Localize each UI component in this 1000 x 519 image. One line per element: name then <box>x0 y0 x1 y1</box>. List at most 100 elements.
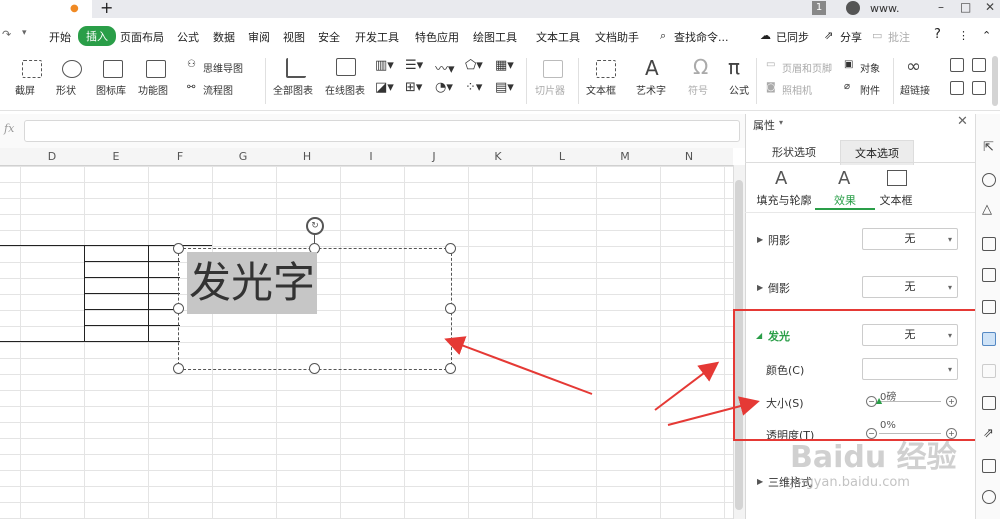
shadow-expand-icon[interactable]: ▶ <box>757 235 763 244</box>
picture-icon[interactable] <box>982 459 996 473</box>
camera-button[interactable]: 照相机 <box>782 82 812 97</box>
screenshot-icon[interactable] <box>22 60 42 78</box>
resize-handle[interactable] <box>173 303 184 314</box>
menu-insert[interactable]: 插入 <box>78 26 116 46</box>
table-style-icon[interactable] <box>982 237 996 251</box>
art-text-button[interactable]: 艺术字 <box>636 82 666 97</box>
comment-button[interactable]: 批注 <box>888 29 910 45</box>
column-header[interactable]: H <box>277 150 337 163</box>
column-header[interactable]: K <box>468 150 528 163</box>
hyperlink-icon[interactable]: ∞ <box>906 56 921 77</box>
menu-features[interactable]: 特色应用 <box>415 29 459 45</box>
more-icon[interactable]: ⋮ <box>958 29 969 42</box>
table-icon[interactable] <box>972 81 986 95</box>
fx-icon[interactable]: fx <box>4 122 14 135</box>
formula-button[interactable]: 公式 <box>729 82 749 97</box>
icon-library-button[interactable]: 图标库 <box>96 82 126 97</box>
column-header[interactable]: J <box>404 150 464 163</box>
search-command[interactable]: 查找命令... <box>674 29 729 45</box>
textbox-small-icon[interactable] <box>950 58 964 72</box>
mind-map-button[interactable]: 思维导图 <box>203 60 243 75</box>
menu-security[interactable]: 安全 <box>318 29 340 45</box>
column-header[interactable]: E <box>86 150 146 163</box>
component-icon[interactable] <box>982 268 996 282</box>
column-header[interactable]: D <box>22 150 82 163</box>
download-icon[interactable] <box>982 490 996 504</box>
formula-input[interactable] <box>24 120 740 142</box>
menu-page-layout[interactable]: 页面布局 <box>120 29 164 45</box>
pie-chart-icon[interactable]: ◔▾ <box>435 80 453 95</box>
resize-handle[interactable] <box>173 363 184 374</box>
art-text-icon[interactable]: A <box>645 56 659 80</box>
maximize-button[interactable]: □ <box>960 0 971 14</box>
stock-chart-icon[interactable]: ⊞▾ <box>405 80 422 95</box>
resize-handle[interactable] <box>309 363 320 374</box>
flow-chart-button[interactable]: 流程图 <box>203 82 233 97</box>
document-tab[interactable]: ● <box>0 0 92 18</box>
text-effect-icon[interactable]: △ <box>982 202 992 217</box>
all-charts-button[interactable]: 全部图表 <box>273 82 313 97</box>
shape-button[interactable]: 形状 <box>56 82 76 97</box>
search-icon[interactable]: ⌕ <box>660 29 666 43</box>
icon-library-icon[interactable] <box>103 60 123 78</box>
subtab-fill-outline[interactable]: 填充与轮廓 <box>754 192 814 208</box>
column-header[interactable]: I <box>341 150 401 163</box>
avatar[interactable] <box>846 1 860 15</box>
menu-formulas[interactable]: 公式 <box>177 29 199 45</box>
text-box-icon[interactable] <box>596 60 616 78</box>
combo-chart-icon[interactable]: ▤▾ <box>495 80 514 95</box>
shape-style-icon[interactable] <box>982 173 996 187</box>
sync-status[interactable]: 已同步 <box>776 29 809 45</box>
shadow-select[interactable]: 无 <box>862 228 958 250</box>
shape-icon[interactable] <box>62 60 82 78</box>
column-header[interactable]: F <box>150 150 210 163</box>
minimize-button[interactable]: – <box>938 0 944 14</box>
text-box-content[interactable]: 发光字 <box>187 252 318 314</box>
header-footer-button[interactable]: 页眉和页脚 <box>782 60 832 75</box>
menu-data[interactable]: 数据 <box>213 29 235 45</box>
resize-handle[interactable] <box>445 303 456 314</box>
attachment-button[interactable]: 附件 <box>860 82 880 97</box>
screenshot-button[interactable]: 截屏 <box>15 82 35 97</box>
reflection-label[interactable]: 倒影 <box>768 280 790 296</box>
line-chart-icon[interactable]: 〰▾ <box>435 58 455 77</box>
image-gallery-icon[interactable] <box>982 396 996 410</box>
scatter-chart-icon[interactable]: ⁘▾ <box>465 80 482 95</box>
share-button[interactable]: 分享 <box>840 29 862 45</box>
menu-drawing-tools[interactable]: 绘图工具 <box>473 29 517 45</box>
help-button[interactable]: ? <box>934 27 941 42</box>
menu-text-tools[interactable]: 文本工具 <box>536 29 580 45</box>
reflection-select[interactable]: 无 <box>862 276 958 298</box>
function-chart-button[interactable]: 功能图 <box>138 82 168 97</box>
text-box-button[interactable]: 文本框 <box>586 82 616 97</box>
column-chart-icon[interactable]: ▥▾ <box>375 58 394 73</box>
new-tab-button[interactable]: + <box>100 0 113 17</box>
online-chart-button[interactable]: 在线图表 <box>325 82 365 97</box>
tab-shape-options[interactable]: 形状选项 <box>772 144 816 160</box>
online-chart-icon[interactable] <box>336 58 356 76</box>
quick-access-dropdown-icon[interactable]: ▾ <box>22 28 27 38</box>
function-chart-icon[interactable] <box>146 60 166 78</box>
menu-doc-assistant[interactable]: 文档助手 <box>595 29 639 45</box>
menu-review[interactable]: 审阅 <box>248 29 270 45</box>
panel-close-button[interactable]: ✕ <box>957 114 968 129</box>
textbox-vertical-icon[interactable] <box>972 58 986 72</box>
collapse-ribbon-icon[interactable]: ⌃ <box>982 29 991 42</box>
property-settings-icon[interactable] <box>982 332 996 346</box>
panel-title-dropdown-icon[interactable]: ▾ <box>779 118 783 127</box>
account-name[interactable]: www. <box>870 2 899 15</box>
area-chart-icon[interactable]: ◪▾ <box>375 80 394 95</box>
column-header[interactable]: M <box>595 150 655 163</box>
menu-home[interactable]: 开始 <box>49 29 71 45</box>
close-button[interactable]: ✕ <box>985 0 995 14</box>
select-cursor-icon[interactable]: ⇱ <box>983 140 994 155</box>
sparkline-icon[interactable]: ▦▾ <box>495 58 514 73</box>
export-icon[interactable]: ⇗ <box>983 426 994 441</box>
radar-chart-icon[interactable]: ⬠▾ <box>465 58 483 73</box>
hyperlink-button[interactable]: 超链接 <box>900 82 930 97</box>
subtab-textbox[interactable]: 文本框 <box>866 192 926 208</box>
ribbon-scroll[interactable] <box>992 56 998 106</box>
column-header[interactable]: L <box>532 150 592 163</box>
column-header[interactable]: G <box>213 150 273 163</box>
format3d-expand-icon[interactable]: ▶ <box>757 477 763 486</box>
